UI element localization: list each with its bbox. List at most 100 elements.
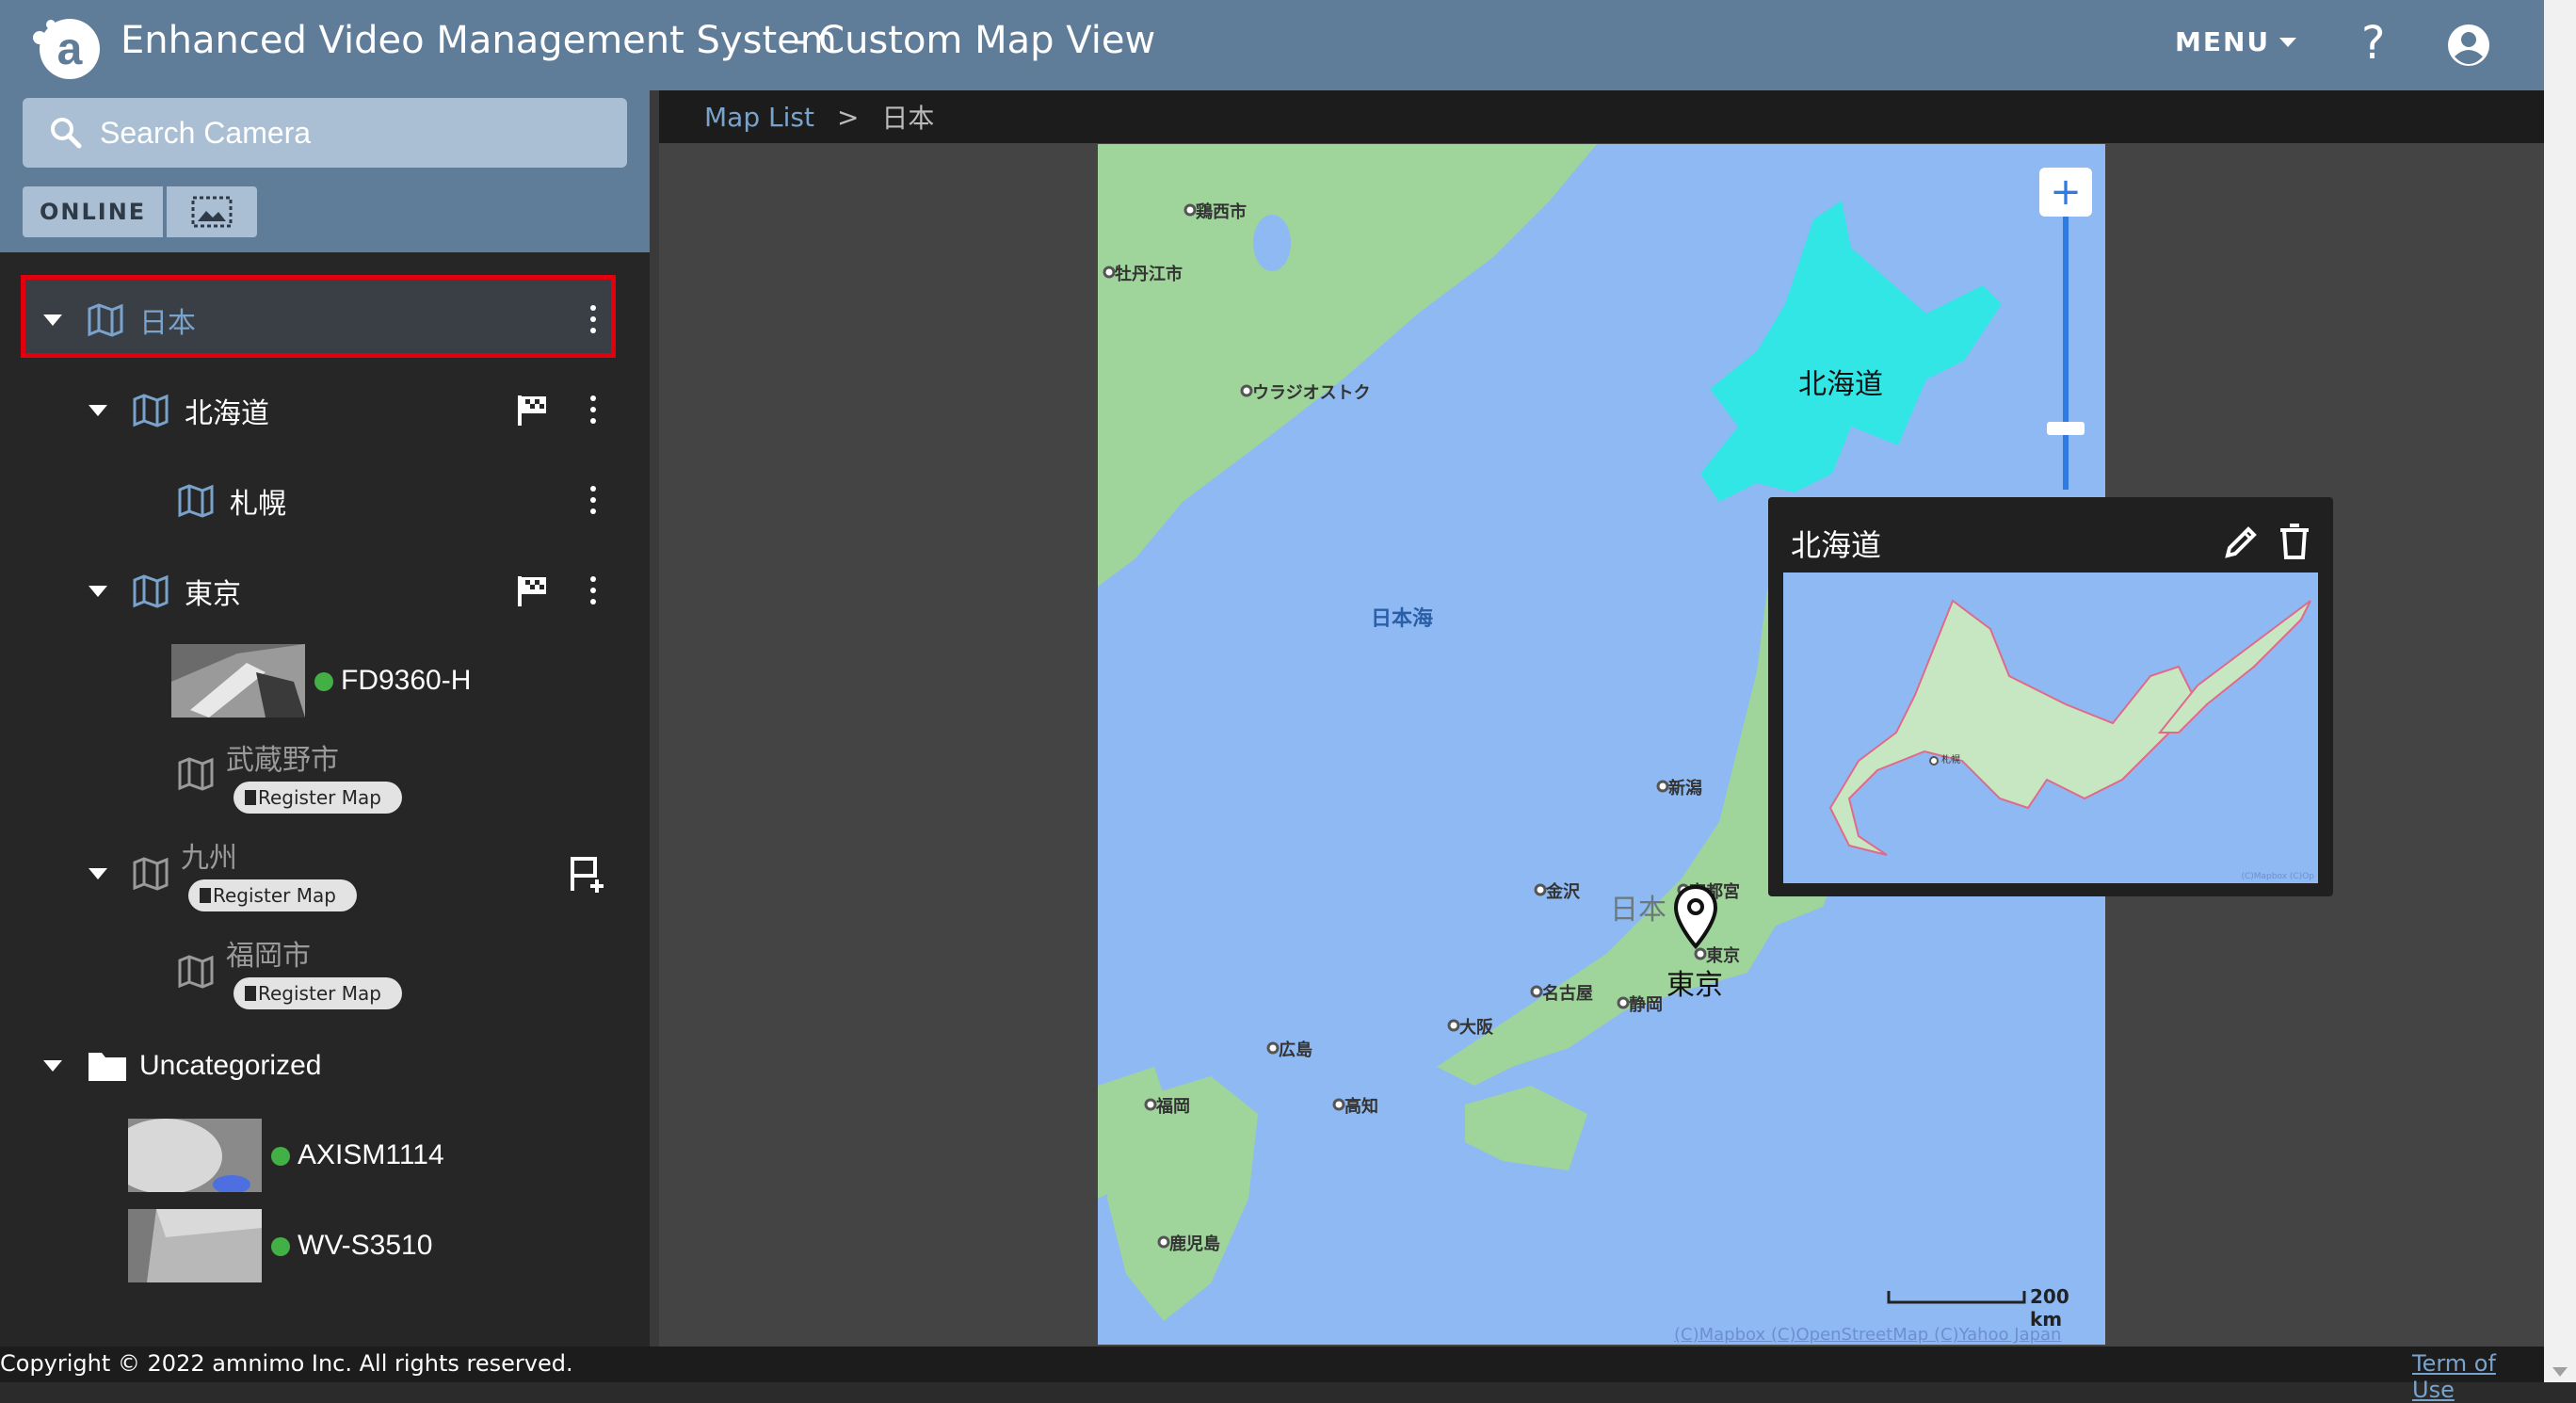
- map-icon: [178, 757, 214, 791]
- map-city-label: 高知: [1344, 1097, 1378, 1117]
- delete-trash-icon[interactable]: [2278, 524, 2310, 559]
- register-map-button[interactable]: Register Map: [233, 977, 402, 1009]
- account-icon[interactable]: [2446, 23, 2491, 68]
- footer: Copyright © 2022 amnimo Inc. All rights …: [0, 1347, 2544, 1403]
- amnimo-logo-icon: a: [33, 19, 100, 79]
- thumbnail-view-button[interactable]: [167, 186, 258, 237]
- map-small-icon: [245, 790, 256, 805]
- image-grid-icon: [191, 196, 233, 228]
- map-icon: [133, 574, 169, 608]
- tree-item-sapporo[interactable]: 札幌: [177, 480, 286, 522]
- map-icon: [178, 484, 214, 518]
- zoom-slider-track[interactable]: [2063, 217, 2069, 490]
- help-button[interactable]: ?: [2361, 17, 2385, 70]
- edit-pencil-icon[interactable]: [2224, 524, 2260, 559]
- map-city-label: 名古屋: [1542, 984, 1593, 1004]
- online-status-dot: [314, 672, 333, 691]
- tree-item-label: 北海道: [185, 397, 269, 430]
- camera-name[interactable]: WV-S3510: [298, 1230, 432, 1262]
- add-flag-icon[interactable]: [569, 855, 608, 895]
- menu-label: MENU: [2175, 26, 2271, 57]
- camera-thumbnail[interactable]: [171, 644, 305, 718]
- camera-thumbnail[interactable]: [128, 1209, 262, 1282]
- page-scrollbar[interactable]: [2544, 0, 2576, 1382]
- tree-item-hokkaido[interactable]: 北海道: [89, 390, 269, 431]
- map-city-label: 大阪: [1459, 1018, 1493, 1038]
- tree-item-kyushu[interactable]: 九州: [181, 834, 237, 876]
- map-icon: [133, 857, 169, 891]
- tree-item-uncategorized[interactable]: Uncategorized: [43, 1049, 321, 1083]
- scroll-down-arrow-icon[interactable]: [2552, 1367, 2568, 1377]
- filter-toolbar: ONLINE: [23, 186, 258, 237]
- tree-item-label: Uncategorized: [139, 1050, 322, 1081]
- map-city-label: 新潟: [1668, 779, 1702, 798]
- tree-item-tokyo[interactable]: 東京: [89, 571, 241, 612]
- more-vert-icon[interactable]: [589, 305, 597, 333]
- map-icon: [178, 955, 214, 989]
- camera-name[interactable]: AXISM1114: [298, 1139, 444, 1171]
- flag-checkered-icon[interactable]: [516, 574, 550, 606]
- tree-item-label: 札幌: [230, 488, 286, 521]
- map-label-hokkaido: 北海道: [1798, 368, 1883, 401]
- svg-text:a: a: [57, 24, 83, 74]
- register-map-label: Register Map: [213, 884, 336, 907]
- app-title: Enhanced Video Management System: [121, 19, 837, 62]
- hokkaido-preview-map[interactable]: 札幌 (C)Mapbox (C)Op: [1783, 572, 2318, 883]
- map-city-label: 金沢: [1546, 882, 1580, 902]
- more-vert-icon[interactable]: [589, 576, 597, 605]
- search-icon: [51, 118, 82, 149]
- zoom-in-button[interactable]: +: [2039, 168, 2092, 217]
- terms-of-use-link[interactable]: Term of Use: [2412, 1350, 2544, 1403]
- camera-thumbnail[interactable]: [128, 1119, 262, 1192]
- breadcrumb-current: 日本: [881, 103, 935, 134]
- chevron-down-icon: [2279, 37, 2297, 47]
- more-vert-icon[interactable]: [589, 395, 597, 424]
- map-icon: [88, 303, 123, 337]
- register-map-button[interactable]: Register Map: [188, 879, 357, 911]
- copyright-text: Copyright © 2022 amnimo Inc. All rights …: [0, 1350, 573, 1377]
- breadcrumb-separator: >: [836, 101, 860, 133]
- tree-item-fukuoka[interactable]: 福岡市: [226, 932, 311, 974]
- camera-search[interactable]: [23, 98, 627, 168]
- register-map-label: Register Map: [258, 982, 381, 1005]
- caret-down-icon[interactable]: [89, 405, 107, 416]
- tree-item-musashino[interactable]: 武蔵野市: [226, 736, 339, 778]
- map-small-icon: [200, 888, 211, 903]
- caret-down-icon[interactable]: [89, 868, 107, 879]
- map-city-label: 福岡: [1156, 1097, 1190, 1117]
- zoom-slider-handle[interactable]: [2047, 422, 2085, 435]
- top-bar: a Enhanced Video Management System - Cus…: [0, 0, 2544, 90]
- preview-city-label: 札幌: [1941, 755, 1960, 766]
- online-filter-button[interactable]: ONLINE: [23, 186, 164, 237]
- breadcrumb-map-list-link[interactable]: Map List: [704, 102, 814, 133]
- preview-attribution: (C)Mapbox (C)Op: [2241, 872, 2314, 881]
- flag-checkered-icon[interactable]: [516, 394, 550, 426]
- menu-button[interactable]: MENU: [2175, 26, 2297, 57]
- tree-item-nihon[interactable]: 日本: [43, 299, 196, 341]
- map-attribution-link[interactable]: (C)Mapbox (C)OpenStreetMap (C)Yahoo Japa…: [1674, 1325, 2061, 1345]
- breadcrumb: Map List > 日本: [659, 90, 2544, 143]
- sidebar-controls: ONLINE: [0, 90, 650, 252]
- sidebar-divider[interactable]: [650, 90, 659, 1347]
- caret-down-icon[interactable]: [43, 1060, 62, 1072]
- map-marker-label-tokyo: 東京: [1666, 969, 1723, 1002]
- tree-item-label: 東京: [185, 578, 241, 611]
- map-city-label: 牡丹江市: [1115, 265, 1183, 284]
- location-pin-icon[interactable]: [1672, 884, 1719, 950]
- page-subtitle: - Custom Map View: [793, 19, 1156, 62]
- register-map-label: Register Map: [258, 786, 381, 809]
- search-input[interactable]: [98, 114, 591, 152]
- caret-down-icon[interactable]: [43, 314, 62, 326]
- map-scale-bar: [1887, 1291, 2026, 1304]
- camera-name[interactable]: FD9360-H: [341, 665, 471, 697]
- map-small-icon: [245, 986, 256, 1001]
- online-status-dot: [271, 1147, 290, 1166]
- map-city-label: 鹿児島: [1169, 1234, 1220, 1254]
- caret-down-icon[interactable]: [89, 586, 107, 597]
- map-city-label: 広島: [1279, 1040, 1312, 1060]
- register-map-button[interactable]: Register Map: [233, 782, 402, 814]
- region-preview-popup: 北海道 札幌 (C)Mapbox (C)Op: [1768, 497, 2333, 896]
- map-city-label: 鶏西市: [1196, 202, 1247, 222]
- more-vert-icon[interactable]: [589, 486, 597, 514]
- tree-item-label: 日本: [139, 307, 196, 340]
